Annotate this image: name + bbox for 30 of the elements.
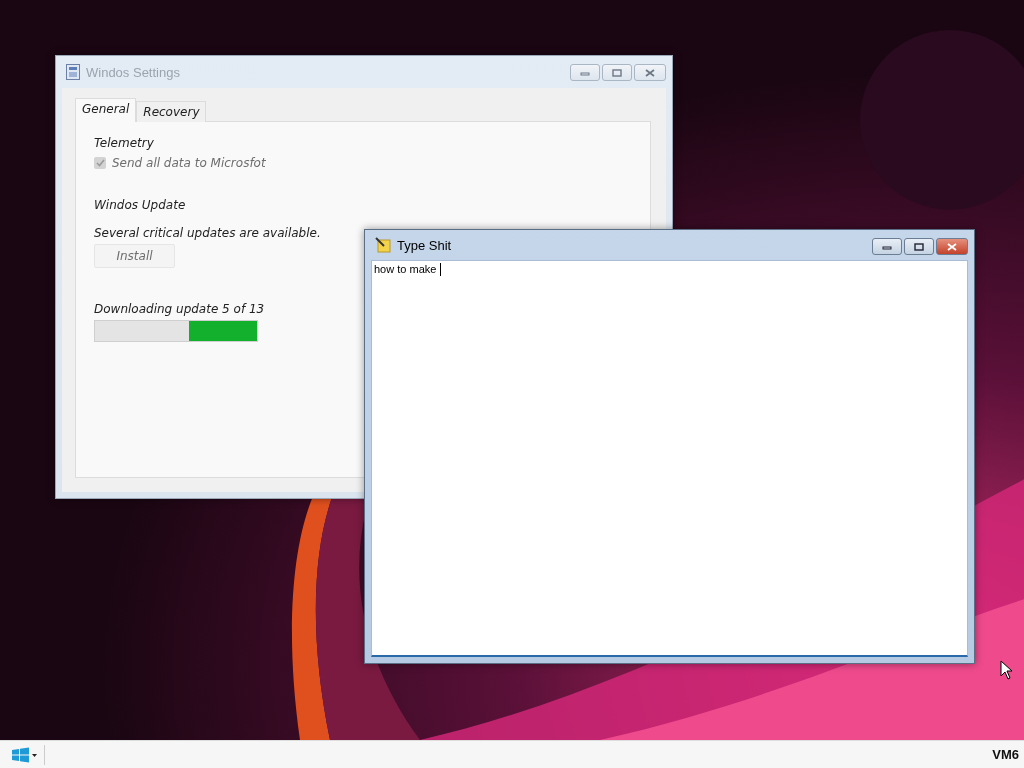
maximize-button[interactable]	[602, 64, 632, 81]
notepad-icon	[375, 237, 391, 253]
checkbox-label: Send all data to Microsfot	[112, 156, 266, 170]
text-cursor	[440, 263, 442, 276]
section-heading: Windos Update	[94, 198, 186, 212]
close-button[interactable]	[936, 238, 968, 255]
close-icon	[645, 68, 655, 77]
typed-text: how to make	[374, 263, 437, 275]
window-title: Windos Settings	[86, 64, 181, 80]
mouse-pointer-icon	[1000, 660, 1012, 680]
app-icon	[66, 64, 80, 80]
check-icon	[95, 159, 105, 167]
minimize-icon	[882, 243, 892, 250]
tab[interactable]: Recovery	[136, 101, 207, 122]
close-button[interactable]	[634, 64, 666, 81]
maximize-icon	[914, 242, 924, 251]
machine-label: VM6	[992, 747, 1019, 762]
window-title: Type Shit	[397, 237, 453, 253]
tab[interactable]: General	[75, 98, 137, 122]
minimize-button[interactable]	[570, 64, 600, 81]
update-message: Several critical updates are available.	[94, 226, 321, 240]
close-icon	[947, 242, 957, 251]
progress-label: Downloading update 5 of 13	[94, 302, 265, 316]
minimize-icon	[580, 69, 590, 76]
minimize-button[interactable]	[872, 238, 902, 255]
section-heading: Telemetry	[94, 136, 154, 150]
windows-logo-icon	[10, 746, 38, 763]
text-area[interactable]: how to make	[371, 260, 968, 657]
maximize-icon	[612, 68, 622, 77]
maximize-button[interactable]	[904, 238, 934, 255]
